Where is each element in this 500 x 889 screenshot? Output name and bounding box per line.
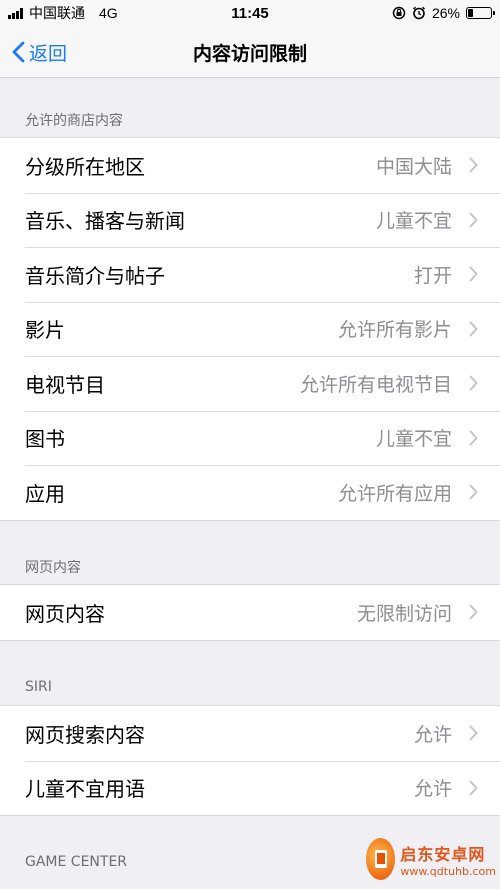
row-value: 允许 [413, 723, 452, 746]
row-label: 音乐、播客与新闻 [25, 209, 185, 234]
row-apps[interactable]: 应用 允许所有应用 [0, 465, 500, 520]
chevron-right-icon [469, 484, 478, 500]
row-label: 网页内容 [25, 601, 105, 626]
group-store-content: 分级所在地区 中国大陆 音乐、播客与新闻 儿童不宜 音乐简介与帖子 打开 影片 … [0, 137, 500, 521]
page-title: 内容访问限制 [0, 26, 500, 78]
row-value: 允许所有影片 [337, 319, 452, 342]
row-books[interactable]: 图书 儿童不宜 [0, 410, 500, 466]
chevron-right-icon [469, 430, 478, 446]
group-web-content: 网页内容 无限制访问 [0, 584, 500, 641]
row-value: 允许所有应用 [337, 482, 452, 505]
battery-icon [466, 7, 495, 19]
row-label: 音乐简介与帖子 [25, 263, 165, 288]
chevron-right-icon [469, 725, 478, 741]
row-music-profiles-posts[interactable]: 音乐简介与帖子 打开 [0, 247, 500, 302]
watermark-logo-icon [366, 838, 396, 880]
row-label: 分级所在地区 [25, 154, 145, 179]
group-siri: 网页搜索内容 允许 儿童不宜用语 允许 [0, 705, 500, 816]
clock: 11:45 [231, 4, 269, 22]
row-label: 应用 [25, 481, 65, 506]
watermark-sub: www.qdtuhb.com [400, 864, 496, 878]
chevron-right-icon [469, 375, 478, 391]
navigation-bar: 返回 内容访问限制 [0, 26, 500, 78]
orientation-lock-icon [392, 6, 406, 20]
row-value: 儿童不宜 [375, 210, 452, 233]
watermark: 启东安卓网 www.qdtuhb.com [366, 835, 496, 883]
row-label: 电视节目 [25, 372, 105, 397]
section-header-siri: SIRI [25, 679, 52, 695]
row-value: 打开 [413, 264, 452, 287]
row-value: 允许 [413, 778, 452, 801]
status-right: 26% [392, 0, 495, 26]
row-value: 无限制访问 [356, 602, 452, 625]
row-explicit-language[interactable]: 儿童不宜用语 允许 [0, 760, 500, 816]
chevron-right-icon [469, 604, 478, 620]
chevron-right-icon [469, 212, 478, 228]
section-header-store: 允许的商店内容 [25, 113, 123, 129]
chevron-right-icon [469, 157, 478, 173]
row-value: 儿童不宜 [375, 428, 452, 451]
row-movies[interactable]: 影片 允许所有影片 [0, 301, 500, 357]
screen: 中国联通 4G 11:45 26% 返回 内容访问限制 允许的商店内容 分级所在… [0, 0, 500, 889]
chevron-right-icon [469, 321, 478, 337]
row-label: 儿童不宜用语 [25, 777, 145, 802]
row-web-search-content[interactable]: 网页搜索内容 允许 [0, 706, 500, 761]
row-music-podcasts-news[interactable]: 音乐、播客与新闻 儿童不宜 [0, 192, 500, 248]
section-header-web: 网页内容 [25, 560, 81, 576]
row-value: 中国大陆 [375, 155, 452, 178]
row-label: 图书 [25, 427, 65, 452]
row-value: 允许所有电视节目 [299, 373, 452, 396]
watermark-main: 启东安卓网 [400, 844, 486, 864]
chevron-right-icon [469, 780, 478, 796]
row-label: 影片 [25, 318, 65, 343]
row-tv-shows[interactable]: 电视节目 允许所有电视节目 [0, 356, 500, 411]
watermark-text: 启东安卓网 www.qdtuhb.com [400, 841, 496, 878]
alarm-icon [412, 6, 425, 20]
page-title-text: 内容访问限制 [192, 42, 307, 65]
chevron-right-icon [469, 266, 478, 282]
status-bar: 中国联通 4G 11:45 26% [0, 0, 500, 26]
row-web-content[interactable]: 网页内容 无限制访问 [0, 585, 500, 640]
battery-fill [468, 9, 474, 17]
row-label: 网页搜索内容 [25, 722, 145, 747]
row-rating-region[interactable]: 分级所在地区 中国大陆 [0, 138, 500, 193]
battery-percent: 26% [431, 5, 460, 21]
